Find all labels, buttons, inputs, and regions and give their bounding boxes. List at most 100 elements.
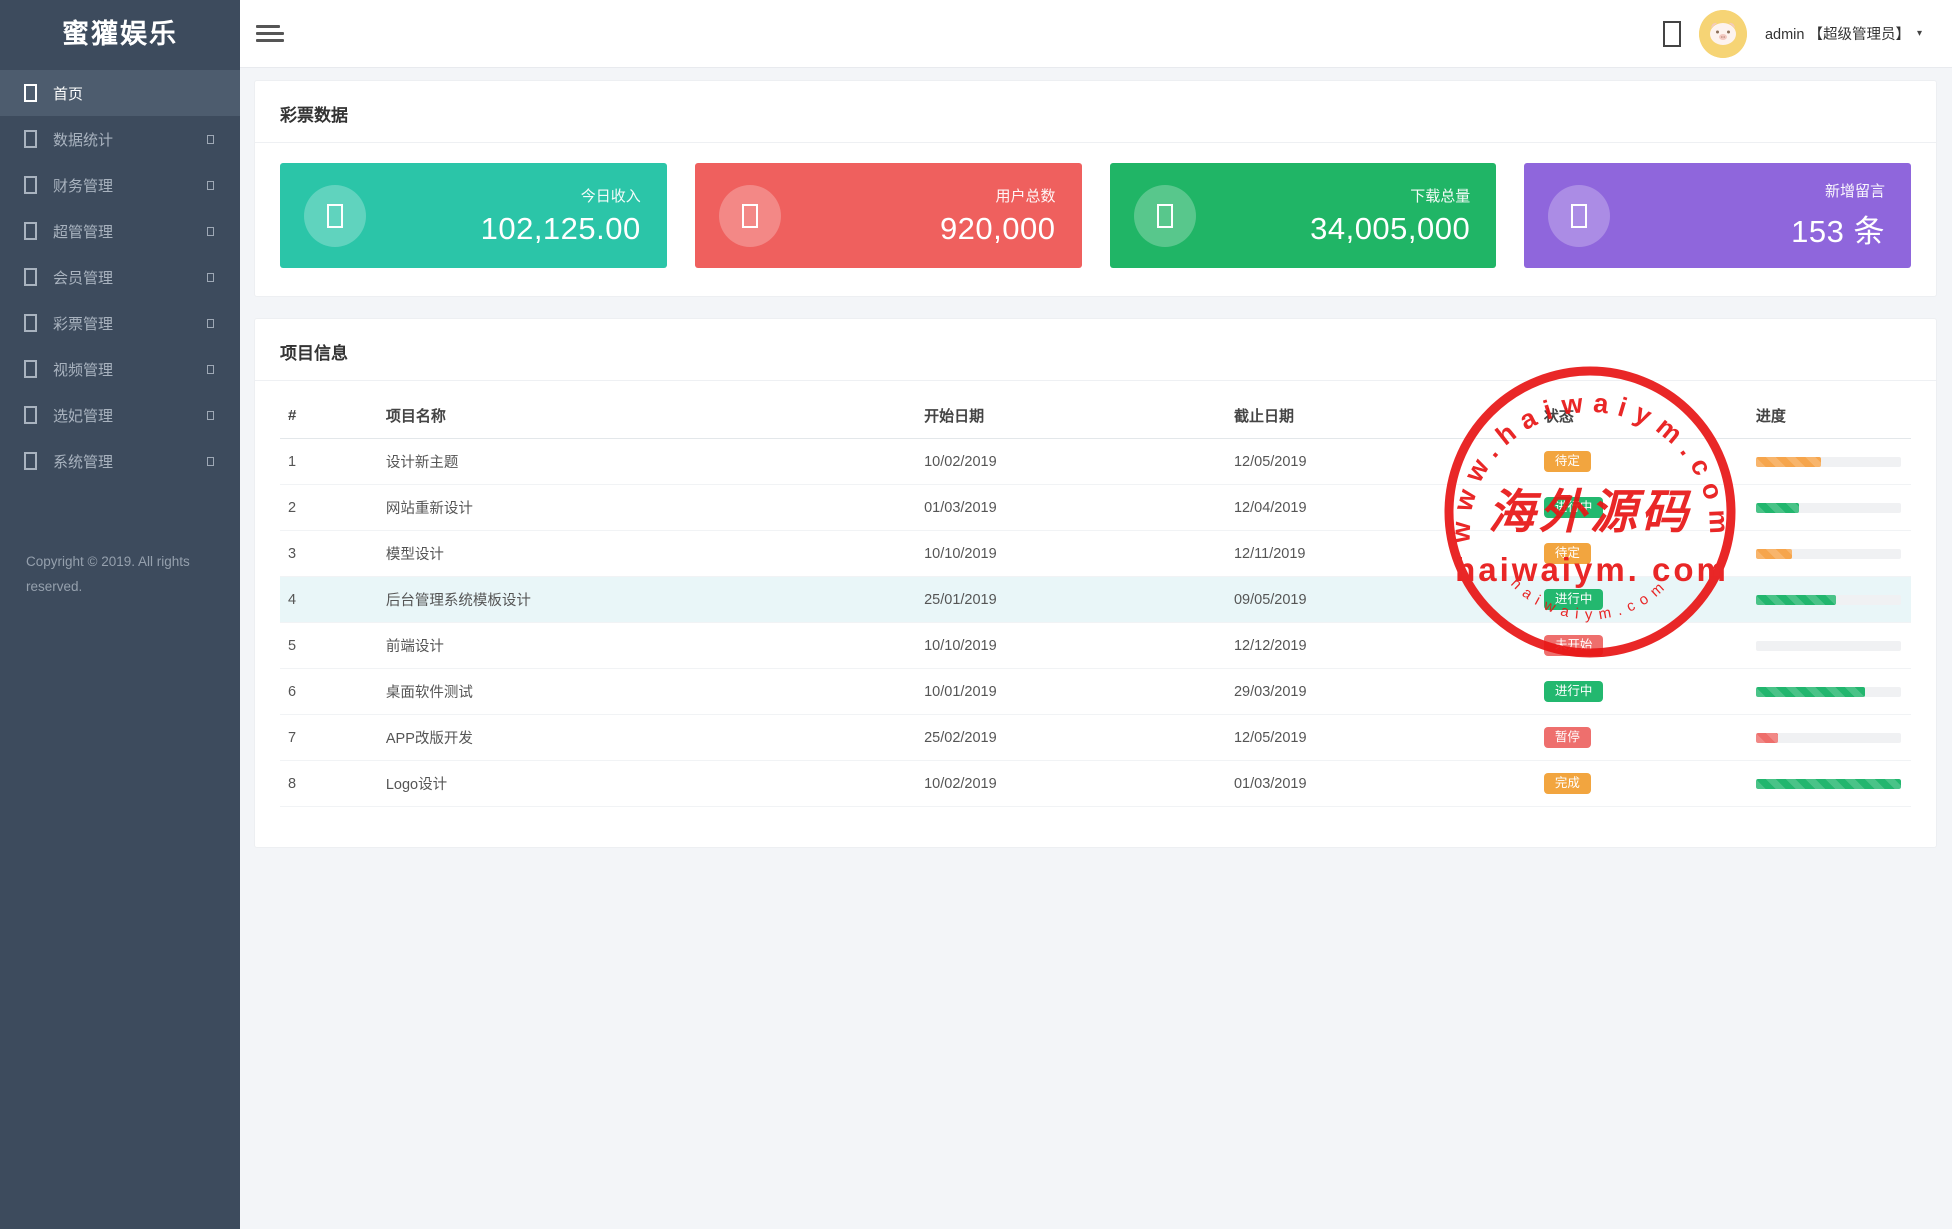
table-row[interactable]: 1设计新主题10/02/201912/05/2019待定 [280,439,1911,485]
sidebar-item-label: 财务管理 [53,175,207,196]
top-bar: admin 【超级管理员】 ▾ [240,0,1952,68]
sidebar-item[interactable]: 视频管理 [0,346,240,392]
stat-card-messages: 新增留言 153 条 [1524,163,1911,268]
cell-end-date: 12/04/2019 [1226,485,1536,531]
stat-label: 今日收入 [366,185,641,206]
chevron-icon [207,227,214,236]
cell-index: 8 [280,761,378,807]
cell-end-date: 12/12/2019 [1226,623,1536,669]
menu-item-icon [24,452,37,470]
stat-card-downloads: 下载总量 34,005,000 [1110,163,1497,268]
stat-label: 用户总数 [781,185,1056,206]
cell-project-name: 桌面软件测试 [378,669,916,715]
sidebar-item-label: 超管管理 [53,221,207,242]
cell-start-date: 10/10/2019 [916,531,1226,577]
downloads-icon [1134,185,1196,247]
users-icon [719,185,781,247]
col-header-status: 状态 [1536,391,1748,439]
cell-start-date: 10/02/2019 [916,439,1226,485]
cell-start-date: 10/01/2019 [916,669,1226,715]
sidebar-item[interactable]: 彩票管理 [0,300,240,346]
progress-bar [1756,503,1901,513]
stat-value: 102,125.00 [366,211,641,247]
sidebar-item-label: 系统管理 [53,451,207,472]
chevron-icon [207,365,214,374]
col-header-progress: 进度 [1748,391,1911,439]
cell-index: 4 [280,577,378,623]
user-name: admin 【超级管理员】 [1765,23,1910,44]
project-info-panel: 项目信息 # 项目名称 开始日期 截止日期 状态 进度 [254,318,1937,848]
user-menu[interactable]: admin 【超级管理员】 ▾ [1765,23,1922,44]
chevron-icon [207,319,214,328]
lottery-data-panel: 彩票数据 今日收入 102,125.00 用户总数 920,000 [254,80,1937,297]
table-row[interactable]: 4后台管理系统模板设计25/01/201909/05/2019 进行中 [280,577,1911,623]
stat-value: 153 条 [1610,206,1885,251]
cell-end-date: 09/05/2019 [1226,577,1536,623]
avatar-face-icon [1699,10,1747,58]
table-row[interactable]: 5前端设计10/10/201912/12/2019未开始 [280,623,1911,669]
panel-title-projects: 项目信息 [255,319,1936,381]
table-row[interactable]: 3模型设计10/10/201912/11/2019 待定 [280,531,1911,577]
sidebar-item-label: 会员管理 [53,267,207,288]
cell-start-date: 10/02/2019 [916,761,1226,807]
progress-bar [1756,733,1901,743]
menu-item-icon [24,222,37,240]
table-row[interactable]: 7APP改版开发25/02/201912/05/2019暂停 [280,715,1911,761]
stat-value: 920,000 [781,211,1056,247]
fullscreen-icon[interactable] [1663,21,1681,47]
cell-index: 6 [280,669,378,715]
status-badge: 完成 [1544,773,1591,794]
stat-card-users: 用户总数 920,000 [695,163,1082,268]
copyright-text: Copyright © 2019. All rights reserved. [0,550,225,600]
status-badge: 待定 [1544,543,1591,564]
sidebar-item[interactable]: 超管管理 [0,208,240,254]
cell-project-name: 前端设计 [378,623,916,669]
table-row[interactable]: 2网站重新设计01/03/201912/04/2019进行中 [280,485,1911,531]
cell-index: 7 [280,715,378,761]
sidebar-menu: 首页数据统计财务管理超管管理会员管理彩票管理视频管理选妃管理系统管理 [0,70,240,484]
cell-project-name: APP改版开发 [378,715,916,761]
cell-end-date: 01/03/2019 [1226,761,1536,807]
avatar[interactable] [1699,10,1747,58]
progress-bar [1756,641,1901,651]
cell-end-date: 12/11/2019 [1226,531,1536,577]
cell-index: 5 [280,623,378,669]
stat-card-income: 今日收入 102,125.00 [280,163,667,268]
sidebar-item[interactable]: 选妃管理 [0,392,240,438]
stat-value: 34,005,000 [1196,211,1471,247]
progress-bar [1756,457,1901,467]
cell-project-name: 后台管理系统模板设计 [378,577,916,623]
menu-item-icon [24,406,37,424]
cell-index: 3 [280,531,378,577]
col-header-name: 项目名称 [378,391,916,439]
progress-bar [1756,595,1901,605]
status-badge: 未开始 [1544,635,1604,656]
table-row[interactable]: 6桌面软件测试10/01/201929/03/2019进行中 [280,669,1911,715]
cell-start-date: 25/01/2019 [916,577,1226,623]
menu-item-icon [24,268,37,286]
status-badge: 进行中 [1544,681,1604,702]
menu-toggle-icon[interactable] [256,21,284,46]
sidebar-item-label: 视频管理 [53,359,207,380]
cell-project-name: 网站重新设计 [378,485,916,531]
menu-item-icon [24,314,37,332]
cell-project-name: 模型设计 [378,531,916,577]
panel-title-lottery: 彩票数据 [255,81,1936,143]
sidebar-item[interactable]: 会员管理 [0,254,240,300]
cell-start-date: 25/02/2019 [916,715,1226,761]
table-row[interactable]: 8Logo设计10/02/201901/03/2019完成 [280,761,1911,807]
status-badge: 暂停 [1544,727,1591,748]
col-header-start: 开始日期 [916,391,1226,439]
sidebar-item[interactable]: 系统管理 [0,438,240,484]
status-badge: 待定 [1544,451,1591,472]
menu-item-icon [24,84,37,102]
col-header-end: 截止日期 [1226,391,1536,439]
chevron-icon [207,457,214,466]
sidebar-item[interactable]: 数据统计 [0,116,240,162]
sidebar-item[interactable]: 首页 [0,70,240,116]
chevron-down-icon: ▾ [1917,28,1922,39]
status-badge: 进行中 [1544,589,1604,610]
stat-label: 下载总量 [1196,185,1471,206]
chevron-icon [207,273,214,282]
sidebar-item[interactable]: 财务管理 [0,162,240,208]
